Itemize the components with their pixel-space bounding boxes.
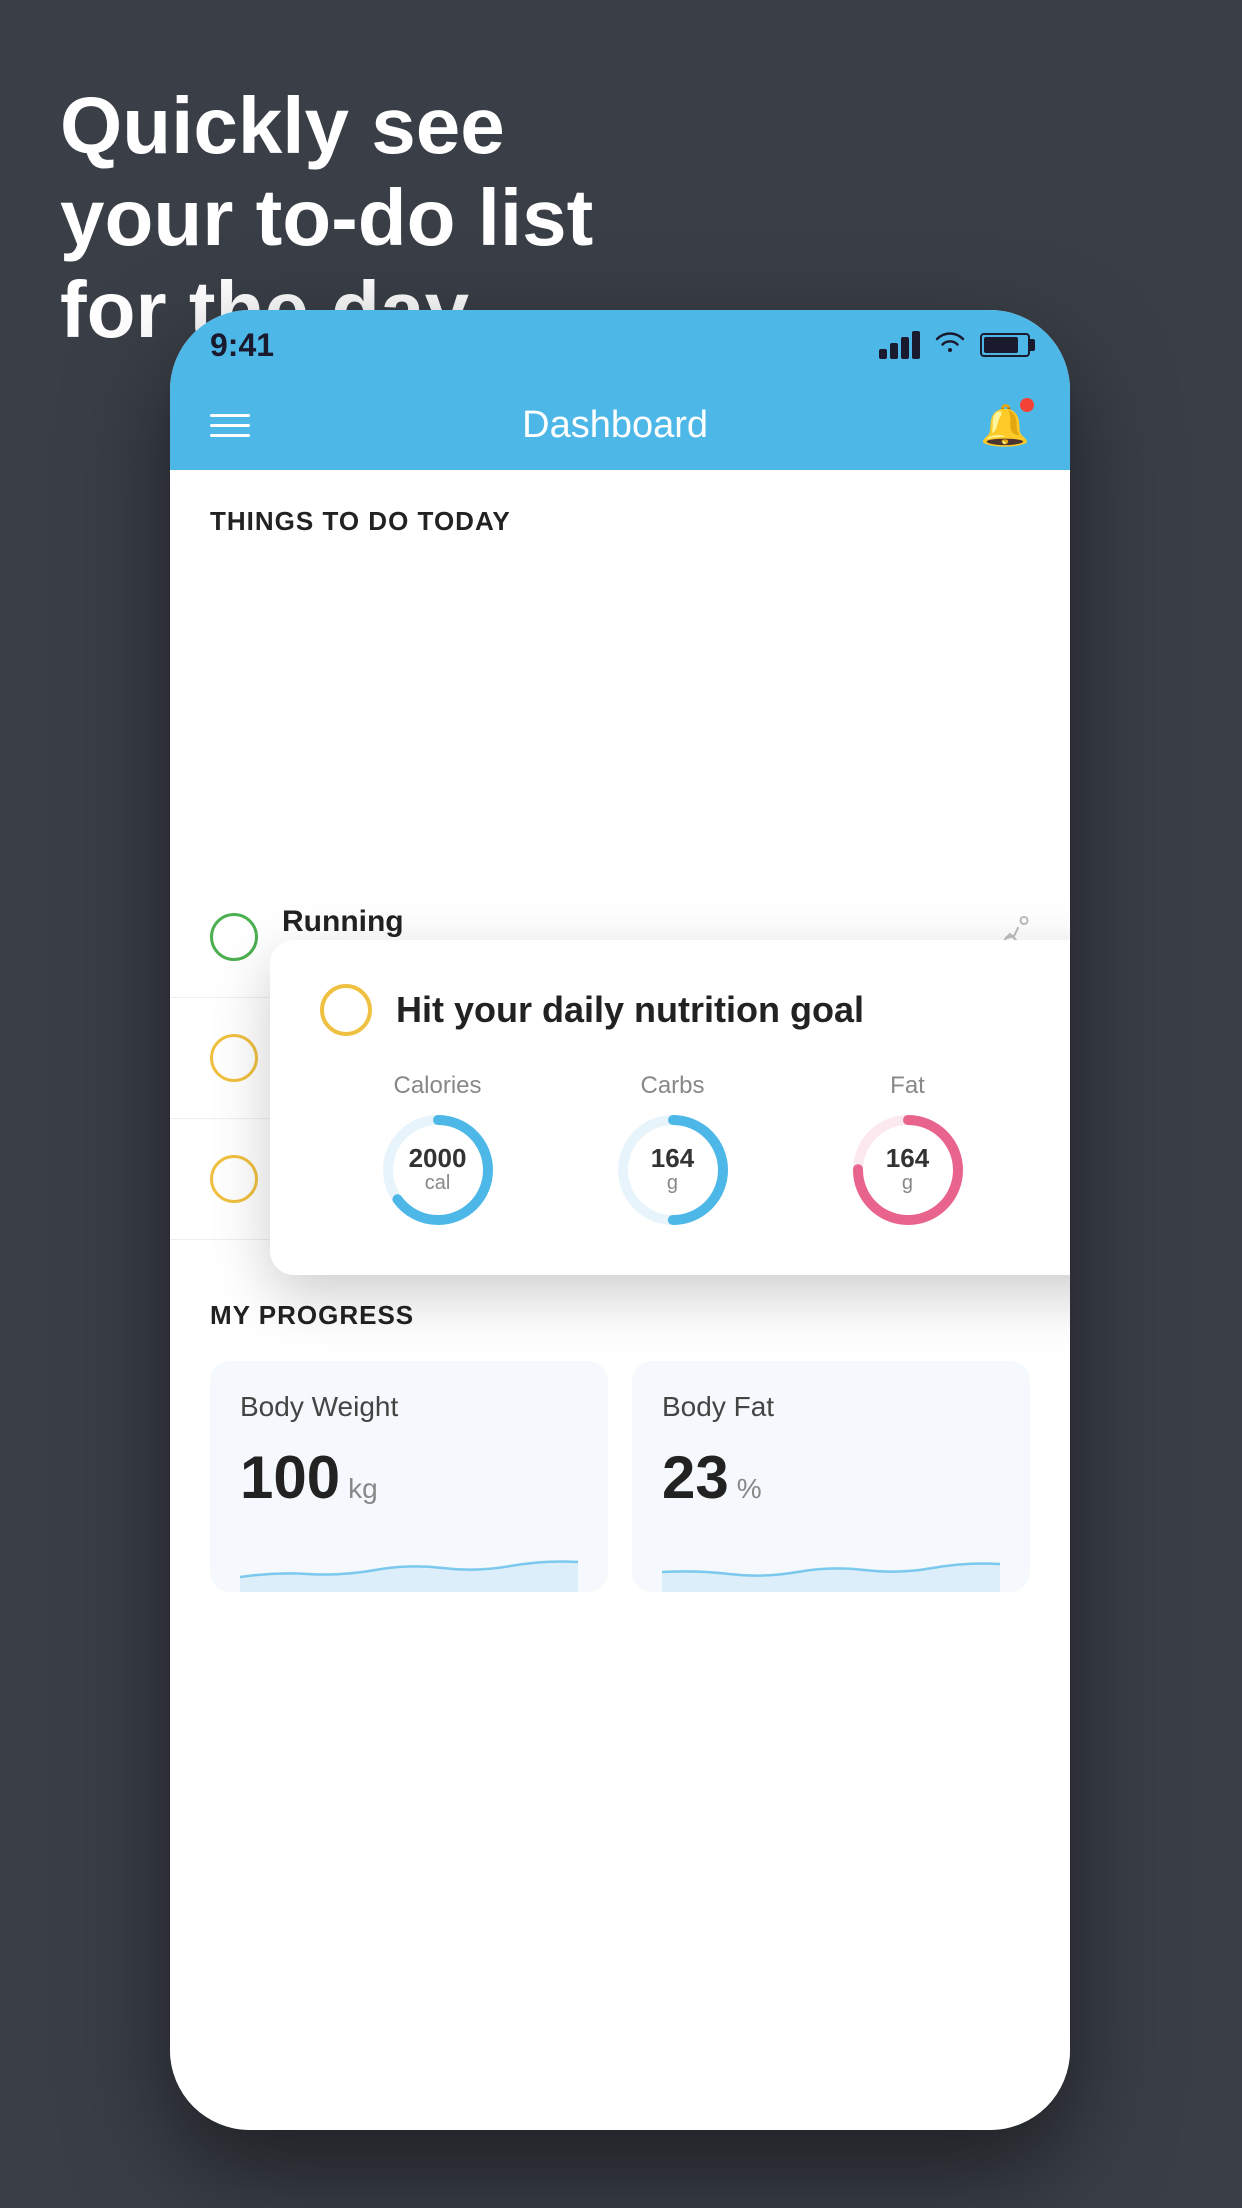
fat-unit: g <box>902 1172 913 1194</box>
carbs-label: Carbs <box>640 1072 704 1100</box>
nutrition-check-circle[interactable] <box>320 984 372 1036</box>
wifi-icon <box>934 329 966 361</box>
photos-check-circle[interactable] <box>210 1155 258 1203</box>
body-weight-value-row: 100 kg <box>240 1443 578 1512</box>
running-check-circle[interactable] <box>210 913 258 961</box>
carbs-value: 164 <box>651 1144 694 1173</box>
progress-cards: Body Weight 100 kg Body Fat <box>210 1361 1030 1592</box>
nutrition-rings: Calories 2000 cal Carbs <box>320 1070 1070 1231</box>
popup-title-row: Hit your daily nutrition goal <box>320 984 1070 1036</box>
body-weight-chart <box>240 1532 578 1592</box>
fat-ring: 164 g <box>848 1110 968 1230</box>
body-weight-unit: kg <box>348 1473 378 1505</box>
body-fat-title: Body Fat <box>662 1391 1000 1423</box>
fat-value: 164 <box>886 1144 929 1173</box>
body-weight-title: Body Weight <box>240 1391 578 1423</box>
progress-section: MY PROGRESS Body Weight 100 kg <box>170 1260 1070 1622</box>
battery-icon <box>980 333 1030 357</box>
nav-title: Dashboard <box>522 404 708 447</box>
phone-mockup: 9:41 Da <box>170 310 1070 2130</box>
carbs-ring-item: Carbs 164 g <box>613 1072 733 1230</box>
calories-ring-item: Calories 2000 cal <box>378 1072 498 1230</box>
calories-ring: 2000 cal <box>378 1110 498 1230</box>
body-fat-card[interactable]: Body Fat 23 % <box>632 1361 1030 1592</box>
status-bar: 9:41 <box>170 310 1070 380</box>
bodystats-check-circle[interactable] <box>210 1034 258 1082</box>
headline-line2: your to-do list <box>60 173 593 262</box>
body-weight-value: 100 <box>240 1443 340 1512</box>
status-icons <box>879 329 1030 361</box>
headline-line1: Quickly see <box>60 81 505 170</box>
things-to-do-header: THINGS TO DO TODAY <box>170 470 1070 557</box>
signal-icon <box>879 331 920 359</box>
body-fat-chart <box>662 1532 1000 1592</box>
carbs-unit: g <box>667 1172 678 1194</box>
calories-unit: cal <box>425 1172 451 1194</box>
calories-label: Calories <box>393 1072 481 1100</box>
status-time: 9:41 <box>210 327 274 364</box>
body-fat-unit: % <box>737 1473 762 1505</box>
body-fat-value-row: 23 % <box>662 1443 1000 1512</box>
body-weight-card[interactable]: Body Weight 100 kg <box>210 1361 608 1592</box>
nutrition-goal-title: Hit your daily nutrition goal <box>396 989 864 1031</box>
notification-bell-icon[interactable]: 🔔 <box>980 402 1030 449</box>
calories-value: 2000 <box>409 1144 467 1173</box>
nutrition-popup-card: Hit your daily nutrition goal Calories 2… <box>270 940 1070 1275</box>
fat-ring-item: Fat 164 g <box>848 1072 968 1230</box>
notification-dot <box>1020 398 1034 412</box>
progress-header: MY PROGRESS <box>210 1300 1030 1331</box>
carbs-ring: 164 g <box>613 1110 733 1230</box>
body-fat-value: 23 <box>662 1443 729 1512</box>
nav-bar: Dashboard 🔔 <box>170 380 1070 470</box>
fat-label: Fat <box>890 1072 925 1100</box>
running-title: Running <box>282 905 966 939</box>
hamburger-menu[interactable] <box>210 414 250 437</box>
